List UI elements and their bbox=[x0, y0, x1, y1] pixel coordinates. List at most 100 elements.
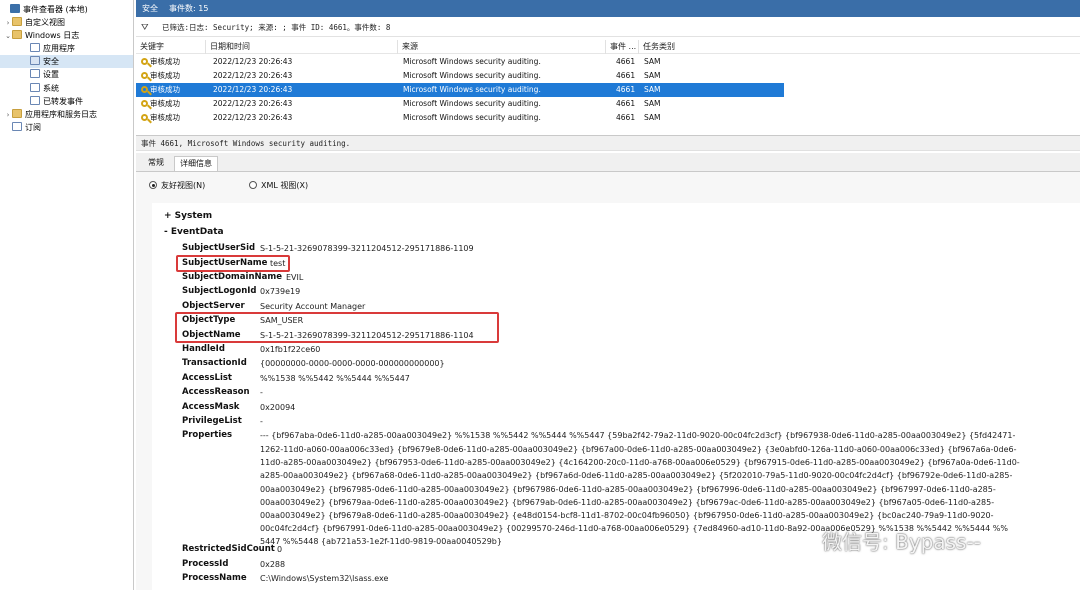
field-value: --- {bf967aba-0de6-11d0-a285-00aa003049e… bbox=[260, 431, 1016, 440]
event-keyword-text: 审核成功 bbox=[150, 85, 180, 94]
event-keyword-text: 审核成功 bbox=[150, 99, 180, 108]
tree-item-label: 事件查看器 (本地) bbox=[23, 5, 88, 14]
folder-icon bbox=[12, 17, 22, 26]
event-cell-source: Microsoft Windows security auditing. bbox=[403, 85, 541, 94]
tab-details[interactable]: 详细信息 bbox=[174, 156, 218, 171]
key-icon bbox=[141, 86, 148, 93]
tree-item[interactable]: 系统 bbox=[0, 82, 133, 95]
column-category[interactable]: 任务类别 bbox=[639, 40, 709, 54]
field-value: C:\Windows\System32\lsass.exe bbox=[260, 574, 389, 583]
event-cell-keyword: 审核成功 bbox=[141, 111, 180, 125]
tab-general[interactable]: 常规 bbox=[143, 156, 169, 171]
filter-icon: ⛛ bbox=[141, 23, 149, 33]
column-source[interactable]: 来源 bbox=[398, 40, 606, 54]
log-icon bbox=[30, 43, 40, 52]
column-keywords[interactable]: 关键字 bbox=[136, 40, 206, 54]
tree-item[interactable]: 应用程序 bbox=[0, 42, 133, 55]
event-detail-title: 事件 4661, Microsoft Windows security audi… bbox=[136, 135, 1080, 151]
highlight-object-fields bbox=[175, 312, 499, 343]
field-key: ProcessId bbox=[182, 559, 229, 569]
tree-item[interactable]: 安全 bbox=[0, 55, 133, 68]
event-row[interactable]: 审核成功 2022/12/23 20:26:43 Microsoft Windows… bbox=[136, 69, 784, 83]
properties-line: 00aa003049e2} {bf9679aa-0de6-11d0-a285-0… bbox=[260, 497, 995, 507]
field-value: EVIL bbox=[286, 273, 304, 282]
event-cell-datetime: 2022/12/23 20:26:43 bbox=[213, 113, 293, 122]
properties-line: 5447 %%5448 {ab721a53-1e2f-11d0-9819-00a… bbox=[260, 537, 502, 547]
log-title: 安全 bbox=[142, 4, 158, 13]
event-row[interactable]: 审核成功 2022/12/23 20:26:43 Microsoft Windows… bbox=[136, 111, 784, 125]
event-count: 事件数: 15 bbox=[169, 4, 209, 13]
properties-line: 00aa003049e2} {bf9679a8-0de6-11d0-a285-0… bbox=[260, 511, 994, 520]
folder-icon bbox=[12, 109, 22, 118]
tree-item-label: Windows 日志 bbox=[25, 31, 80, 40]
radio-xml-view[interactable]: XML 视图(X) bbox=[249, 180, 308, 191]
log-icon bbox=[30, 96, 40, 105]
field-value: 0x1fb1f22ce60 bbox=[260, 345, 321, 354]
field-key: SubjectLogonId bbox=[182, 286, 257, 296]
properties-line: a285-00aa003049e2} {bf967a68-0de6-11d0-a… bbox=[260, 471, 1013, 481]
field-value: 0x20094 bbox=[260, 403, 296, 412]
key-icon bbox=[141, 114, 148, 121]
event-cell-event-id: 4661 bbox=[616, 85, 636, 94]
tree-item[interactable]: › 应用程序和服务日志 bbox=[0, 108, 133, 121]
event-row[interactable]: 审核成功 2022/12/23 20:26:43 Microsoft Windows… bbox=[136, 83, 784, 97]
filter-text: 已筛选:日志: Security; 来源: ; 事件 ID: 4661。事件数:… bbox=[162, 23, 391, 32]
tree-item-label: 订阅 bbox=[25, 123, 41, 132]
event-cell-category: SAM bbox=[644, 71, 661, 80]
radio-friendly-view[interactable]: 友好视图(N) bbox=[149, 180, 205, 191]
tree-item[interactable]: 设置 bbox=[0, 68, 133, 81]
viewer-icon bbox=[10, 4, 20, 13]
field-value: {00000000-0000-0000-0000-000000000000} bbox=[260, 359, 445, 368]
tree-item[interactable]: 已转发事件 bbox=[0, 95, 133, 108]
tree-item-label: 设置 bbox=[43, 70, 59, 79]
column-datetime[interactable]: 日期和时间 bbox=[206, 40, 398, 54]
event-keyword-text: 审核成功 bbox=[150, 57, 180, 66]
event-cell-event-id: 4661 bbox=[616, 99, 636, 108]
event-cell-category: SAM bbox=[644, 99, 661, 108]
field-value: 0x739e19 bbox=[260, 287, 301, 296]
event-cell-source: Microsoft Windows security auditing. bbox=[403, 57, 541, 66]
field-value: 0x288 bbox=[260, 560, 286, 569]
event-cell-source: Microsoft Windows security auditing. bbox=[403, 113, 541, 122]
filter-bar: ⛛ 已筛选:日志: Security; 来源: ; 事件 ID: 4661。事件… bbox=[136, 19, 1080, 37]
field-key: Properties bbox=[182, 430, 233, 440]
column-event-id[interactable]: 事件 ... bbox=[606, 40, 639, 54]
event-cell-event-id: 4661 bbox=[616, 71, 636, 80]
event-keyword-text: 审核成功 bbox=[150, 71, 180, 80]
field-key: ProcessName bbox=[182, 573, 247, 583]
highlight-subjectusername bbox=[176, 255, 290, 272]
system-node[interactable]: + System bbox=[164, 211, 212, 221]
key-icon bbox=[141, 58, 148, 65]
properties-line: 1262-11d0-a060-00aa006c33ed} {bf9679e8-0… bbox=[260, 445, 1017, 454]
wechat-icon bbox=[792, 532, 816, 551]
tree-item-label: 已转发事件 bbox=[43, 97, 83, 106]
tree-item[interactable]: 事件查看器 (本地) bbox=[0, 3, 133, 16]
event-cell-keyword: 审核成功 bbox=[141, 69, 180, 83]
event-cell-datetime: 2022/12/23 20:26:43 bbox=[213, 71, 293, 80]
event-cell-source: Microsoft Windows security auditing. bbox=[403, 71, 541, 80]
tree-item-label: 自定义视图 bbox=[25, 18, 65, 27]
tree-item[interactable]: 订阅 bbox=[0, 121, 133, 134]
tree-item-label: 安全 bbox=[43, 57, 59, 66]
event-row[interactable]: 审核成功 2022/12/23 20:26:43 Microsoft Windows… bbox=[136, 55, 784, 69]
tree-item[interactable]: ⌄ Windows 日志 bbox=[0, 29, 133, 42]
log-header: 安全 事件数: 15 bbox=[136, 0, 1080, 17]
watermark: 微信号: Bypass-- bbox=[792, 526, 981, 555]
eventdata-node[interactable]: - EventData bbox=[164, 227, 224, 237]
tree-item[interactable]: › 自定义视图 bbox=[0, 16, 133, 29]
field-key: AccessList bbox=[182, 373, 232, 383]
event-keyword-text: 审核成功 bbox=[150, 113, 180, 122]
field-key: SubjectDomainName bbox=[182, 272, 282, 282]
tree-item-label: 应用程序 bbox=[43, 44, 75, 53]
field-value: 0 bbox=[277, 545, 283, 554]
key-icon bbox=[141, 100, 148, 107]
tree-item-label: 应用程序和服务日志 bbox=[25, 110, 97, 119]
event-cell-category: SAM bbox=[644, 113, 661, 122]
field-key: PrivilegeList bbox=[182, 416, 242, 426]
event-row[interactable]: 审核成功 2022/12/23 20:26:43 Microsoft Windows… bbox=[136, 97, 784, 111]
event-cell-keyword: 审核成功 bbox=[141, 83, 180, 97]
field-value: - bbox=[260, 417, 263, 426]
event-cell-keyword: 审核成功 bbox=[141, 55, 180, 69]
event-cell-datetime: 2022/12/23 20:26:43 bbox=[213, 57, 293, 66]
detail-tabs: 常规 详细信息 bbox=[136, 153, 1080, 171]
